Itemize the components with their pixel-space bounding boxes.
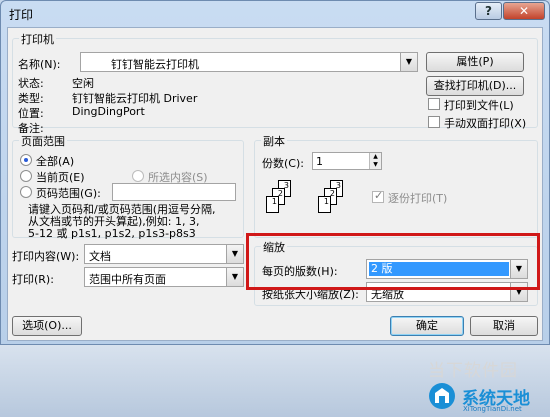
chevron-down-icon: ▼: [226, 245, 243, 263]
page-range-selection-radio[interactable]: [132, 170, 144, 182]
where-label: 位置:: [18, 107, 44, 120]
printer-name-label: 名称(N):: [18, 58, 61, 71]
page-range-all-radio[interactable]: [20, 154, 32, 166]
page-range-group-title: 页面范围: [19, 133, 67, 149]
page-range-current-label[interactable]: 当前页(E): [36, 169, 85, 185]
dialog-client: 打印机 名称(N): 钉钉智能云打印机 ▼ 状态: 空闲 类型: 钉钉智能云打印…: [7, 27, 543, 341]
ok-button[interactable]: 确定: [390, 316, 464, 336]
type-label: 类型:: [18, 92, 44, 105]
page-range-current-radio[interactable]: [20, 170, 32, 182]
watermark-logo-icon: [429, 383, 455, 409]
print-to-file-checkbox[interactable]: [428, 98, 440, 110]
watermark-text-3: XiTongTianDi.net: [463, 405, 522, 413]
status-label: 状态:: [18, 77, 44, 90]
printer-group-title: 打印机: [19, 31, 56, 47]
collate-checkbox[interactable]: [372, 189, 384, 203]
close-button[interactable]: ✕: [503, 2, 545, 20]
properties-button[interactable]: 属性(P): [426, 52, 524, 72]
spin-down-icon[interactable]: ▼: [369, 161, 381, 169]
type-value: 钉钉智能云打印机 Driver: [72, 92, 198, 105]
print-what-label: 打印内容(W):: [12, 250, 80, 263]
printer-name-value: 钉钉智能云打印机: [111, 58, 199, 71]
copies-count-label: 份数(C):: [262, 157, 304, 170]
help-button[interactable]: ?: [475, 2, 502, 20]
where-value: DingDingPort: [72, 105, 145, 118]
page-range-pages-radio[interactable]: [20, 186, 32, 198]
chevron-down-icon: ▼: [400, 53, 417, 71]
page-range-input[interactable]: [112, 183, 236, 201]
copies-group-title: 副本: [261, 133, 287, 149]
watermark-text-1: 当下软件园: [428, 361, 518, 381]
page-range-pages-label[interactable]: 页码范围(G):: [36, 185, 101, 201]
print-what-select[interactable]: 文档 ▼: [84, 244, 244, 264]
options-button[interactable]: 选项(O)...: [12, 316, 82, 336]
page-range-hint-3: 5-12 或 p1s1, p1s2, p1s3-p8s3: [28, 227, 196, 240]
find-printer-button[interactable]: 查找打印机(D)...: [426, 76, 524, 96]
collate-label[interactable]: 逐份打印(T): [388, 190, 447, 206]
annotation-highlight-box: [246, 233, 540, 290]
print-label: 打印(R):: [12, 273, 54, 286]
status-value: 空闲: [72, 77, 94, 90]
title-bar[interactable]: 打印 ? ✕: [1, 1, 549, 27]
page-range-all-label[interactable]: 全部(A): [36, 153, 74, 169]
print-value: 范围中所有页面: [89, 273, 166, 286]
copies-count-value: 1: [316, 155, 323, 168]
printer-name-select[interactable]: 钉钉智能云打印机 ▼: [80, 52, 418, 72]
spin-up-icon[interactable]: ▲: [369, 153, 381, 161]
chevron-down-icon: ▼: [226, 268, 243, 286]
print-select[interactable]: 范围中所有页面 ▼: [84, 267, 244, 287]
copies-count-input[interactable]: 1 ▲ ▼: [312, 152, 382, 170]
print-to-file-label[interactable]: 打印到文件(L): [444, 97, 514, 113]
print-dialog: 打印 ? ✕ 打印机 名称(N): 钉钉智能云打印机 ▼ 状态: 空闲 类型: …: [0, 0, 550, 345]
manual-duplex-label[interactable]: 手动双面打印(X): [444, 115, 526, 131]
cancel-button[interactable]: 取消: [470, 316, 538, 336]
manual-duplex-checkbox[interactable]: [428, 116, 440, 128]
window-title: 打印: [9, 8, 34, 22]
print-what-value: 文档: [89, 250, 111, 263]
